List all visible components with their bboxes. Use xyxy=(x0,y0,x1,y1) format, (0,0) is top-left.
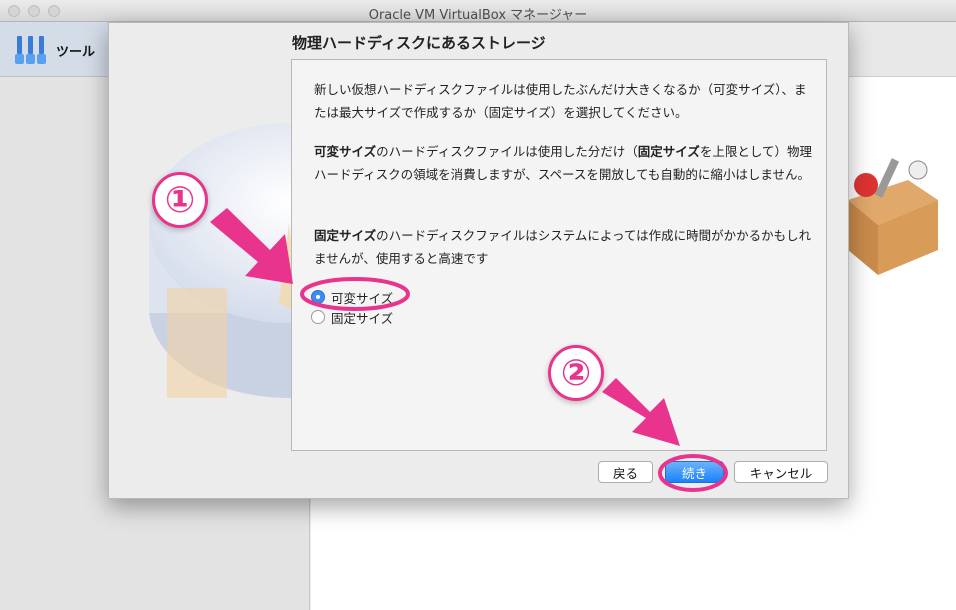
radio-fixed-size[interactable]: 固定サイズ xyxy=(311,308,393,326)
radio-label: 固定サイズ xyxy=(331,310,394,326)
back-button[interactable]: 戻る xyxy=(598,461,653,483)
fixed-size-description: 固定サイズのハードディスクファイルはシステムによっては作成に時間がかかるかもしれ… xyxy=(314,224,814,270)
radio-dynamic-size[interactable]: 可変サイズ xyxy=(311,288,393,306)
dynamic-size-description: 可変サイズのハードディスクファイルは使用した分だけ（固定サイズを上限として）物理… xyxy=(314,140,814,186)
radio-button-checked-icon[interactable] xyxy=(311,290,325,304)
step-2-badge: ② xyxy=(548,345,604,401)
tools-icon xyxy=(15,36,46,64)
sidebar-item-label: ツール xyxy=(56,45,96,60)
fixed-size-term: 固定サイズ xyxy=(314,228,377,243)
dialog-title: 物理ハードディスクにあるストレージ xyxy=(292,34,546,52)
step-1-badge: ① xyxy=(152,172,208,228)
radio-button-unchecked-icon[interactable] xyxy=(311,310,325,324)
cancel-button[interactable]: キャンセル xyxy=(734,461,828,483)
description-fragment: のハードディスクファイルは使用した分だけ（ xyxy=(376,144,638,159)
description-fragment: のハードディスクファイルはシステムによっては作成に時間がかかるかもしれませんが、… xyxy=(314,228,812,266)
dynamic-size-term: 可変サイズ xyxy=(314,144,377,159)
create-disk-dialog: 物理ハードディスクにあるストレージ 新しい仮想ハードディスクファイルは使用したぶ… xyxy=(108,22,849,499)
sidebar-item-tools[interactable]: ツール xyxy=(0,22,108,77)
window-titlebar: Oracle VM VirtualBox マネージャー xyxy=(0,0,956,23)
toolbox-icon xyxy=(848,158,938,275)
continue-button[interactable]: 続き xyxy=(665,461,724,483)
description-text: 新しい仮想ハードディスクファイルは使用したぶんだけ大きくなるか（可変サイズ）、ま… xyxy=(314,82,807,120)
radio-label: 可変サイズ xyxy=(331,290,394,306)
fixed-size-term: 固定サイズ xyxy=(637,144,700,159)
window-title: Oracle VM VirtualBox マネージャー xyxy=(368,8,588,23)
